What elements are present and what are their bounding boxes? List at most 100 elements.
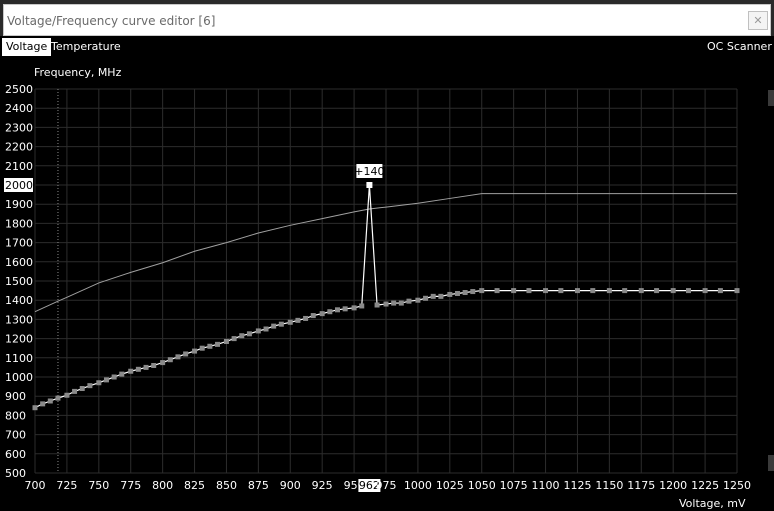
x-tick-label: 725 <box>56 479 77 492</box>
curve-point[interactable] <box>406 298 412 304</box>
curve-point[interactable] <box>638 288 644 294</box>
curve-point[interactable] <box>470 289 476 295</box>
curve-point[interactable] <box>310 313 316 319</box>
curve-point[interactable] <box>119 371 125 377</box>
curve-point[interactable] <box>96 380 102 386</box>
curve-point[interactable] <box>734 288 740 294</box>
scrollbar-marker-top[interactable] <box>768 90 774 106</box>
curve-point[interactable] <box>295 317 301 323</box>
y-tick-label: 900 <box>5 390 26 403</box>
y-tick-label: 1400 <box>5 294 33 307</box>
curve-point[interactable] <box>303 315 309 321</box>
curve-point[interactable] <box>231 336 237 342</box>
curve-point[interactable] <box>239 333 245 339</box>
curve-point[interactable] <box>574 288 580 294</box>
y-tick-label: 500 <box>5 467 26 480</box>
curve-point[interactable] <box>717 288 723 294</box>
curve-point[interactable] <box>255 328 261 334</box>
x-tick-label: 775 <box>120 479 141 492</box>
curve-point[interactable] <box>590 288 596 294</box>
y-tick-label: 1000 <box>5 371 33 384</box>
curve-point[interactable] <box>271 323 277 329</box>
y-tick-label: 1100 <box>5 352 33 365</box>
offset-label: +140 <box>354 165 384 178</box>
curve-point[interactable] <box>415 297 421 303</box>
y-tick-label: 1700 <box>5 237 33 250</box>
y-tick-label: 1900 <box>5 198 33 211</box>
curve-point[interactable] <box>670 288 676 294</box>
curve-point[interactable] <box>79 386 85 392</box>
curve-point[interactable] <box>685 288 691 294</box>
curve-point[interactable] <box>454 290 460 296</box>
curve-point[interactable] <box>391 300 397 306</box>
curve-point[interactable] <box>438 293 444 299</box>
curve-point[interactable] <box>32 405 38 411</box>
curve-point[interactable] <box>319 311 325 317</box>
curve-point[interactable] <box>143 364 149 370</box>
scrollbar-marker-bottom[interactable] <box>768 455 774 471</box>
y-tick-label: 1600 <box>5 256 33 269</box>
curve-point[interactable] <box>87 383 93 389</box>
selected-curve-point[interactable] <box>366 182 373 188</box>
x-tick-label: 800 <box>152 479 173 492</box>
x-tick-label: 1200 <box>659 479 687 492</box>
curve-point[interactable] <box>558 288 564 294</box>
curve-point[interactable] <box>103 377 109 383</box>
curve-point[interactable] <box>40 401 46 407</box>
y-tick-label: 1200 <box>5 333 33 346</box>
curve-point[interactable] <box>423 295 429 301</box>
curve-point[interactable] <box>128 368 134 374</box>
y-tick-label: 2400 <box>5 102 33 115</box>
curve-point[interactable] <box>526 288 532 294</box>
curve-point[interactable] <box>263 326 269 332</box>
curve-point[interactable] <box>47 398 53 404</box>
curve-point[interactable] <box>334 307 340 313</box>
curve-point[interactable] <box>430 293 436 299</box>
curve-point[interactable] <box>223 338 229 344</box>
curve-point[interactable] <box>160 360 166 366</box>
curve-point[interactable] <box>543 288 549 294</box>
curve-point[interactable] <box>207 343 213 349</box>
curve-point[interactable] <box>462 290 468 296</box>
x-tick-label: 1225 <box>691 479 719 492</box>
curve-point[interactable] <box>175 354 181 360</box>
curve-point[interactable] <box>383 301 389 307</box>
curve-point[interactable] <box>351 305 357 311</box>
curve-point[interactable] <box>135 366 141 372</box>
curve-point[interactable] <box>342 306 348 312</box>
curve-point[interactable] <box>183 351 189 357</box>
curve-point[interactable] <box>111 374 117 380</box>
curve-point[interactable] <box>72 388 78 394</box>
x-tick-label: 875 <box>248 479 269 492</box>
curve-point[interactable] <box>246 331 252 337</box>
curve-point[interactable] <box>287 319 293 325</box>
curve-point[interactable] <box>151 362 157 368</box>
x-tick-label: 1025 <box>436 479 464 492</box>
axis-layer: 700 725 750 775 800 825 850 875 900 925 950962975 1… <box>4 83 751 492</box>
curve-point[interactable] <box>167 357 173 363</box>
curve-point[interactable] <box>359 303 365 309</box>
curve-point[interactable] <box>494 288 500 294</box>
curve-point[interactable] <box>327 309 333 315</box>
vf-curve-chart[interactable]: 700 725 750 775 800 825 850 875 900 925 950962975 1… <box>0 0 774 511</box>
curve-point[interactable] <box>374 302 380 308</box>
x-tick-label: 850 <box>216 479 237 492</box>
curve-point[interactable] <box>199 345 205 351</box>
curve-point[interactable] <box>447 291 453 297</box>
curve-point[interactable] <box>398 300 404 306</box>
curve-point[interactable] <box>511 288 517 294</box>
y-tick-label: 2200 <box>5 141 33 154</box>
curve-point[interactable] <box>278 321 284 327</box>
curve-point[interactable] <box>479 288 485 294</box>
curve-point[interactable] <box>192 348 198 354</box>
curve-point[interactable] <box>622 288 628 294</box>
curve-point[interactable] <box>215 341 221 347</box>
curve-point[interactable] <box>64 392 70 398</box>
curve-point[interactable] <box>55 395 61 401</box>
curve-point[interactable] <box>606 288 612 294</box>
y-tick-label: 1800 <box>5 217 33 230</box>
y-tick-label: 2100 <box>5 160 33 173</box>
y-tick-label: 2000 <box>5 179 33 192</box>
curve-point[interactable] <box>702 288 708 294</box>
curve-point[interactable] <box>654 288 660 294</box>
